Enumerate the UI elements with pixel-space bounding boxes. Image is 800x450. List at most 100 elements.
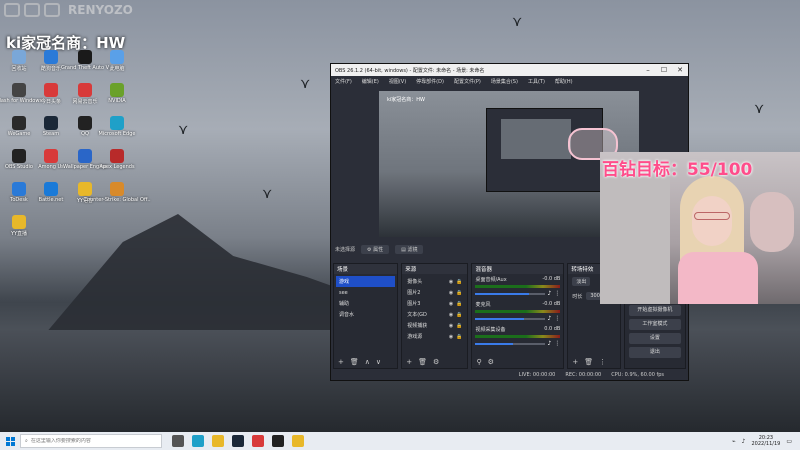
scene-item[interactable]: 调音水 — [336, 309, 395, 320]
eye-icon[interactable]: ◉ — [449, 279, 453, 285]
lock-icon[interactable]: 🔒 — [456, 279, 462, 285]
volume-icon[interactable]: ♪ — [742, 438, 746, 445]
channel-menu-icon[interactable]: ⋮ — [554, 290, 560, 297]
desktop-icon[interactable]: Battle.net — [36, 182, 66, 203]
desktop-icon[interactable]: OBS Studio — [4, 149, 34, 170]
desktop-icon[interactable]: Apex Legends — [99, 149, 135, 170]
minimize-icon[interactable]: – — [640, 66, 656, 74]
desktop-icon[interactable]: WeGame — [4, 116, 34, 137]
menu-view[interactable]: 视图(V) — [389, 78, 406, 85]
menu-tools[interactable]: 工具(T) — [528, 78, 545, 85]
desktop-icon[interactable]: 今日头条 — [36, 83, 66, 105]
desktop-icon[interactable]: 此电脑 — [102, 50, 132, 72]
desktop-icon[interactable]: Microsoft Edge — [99, 116, 135, 137]
lock-icon[interactable]: 🔒 — [456, 334, 462, 340]
menu-docks[interactable]: 停靠部件(D) — [416, 78, 444, 85]
source-settings-icon[interactable]: ⚙ — [433, 358, 439, 366]
eye-icon[interactable]: ◉ — [449, 290, 453, 296]
mixer-settings-icon[interactable]: ⚙ — [488, 358, 494, 366]
obs-window-title: OBS 26.1.2 (64-bit, windows) - 配置文件: 未命名… — [335, 67, 485, 74]
move-up-icon[interactable]: ∧ — [365, 358, 370, 366]
lock-icon[interactable]: 🔒 — [456, 301, 462, 307]
rec-status: REC: 00:00:00 — [565, 371, 602, 378]
channel-menu-icon[interactable]: ⋮ — [554, 315, 560, 322]
source-item[interactable]: 视频捕获 ◉ 🔒 — [404, 320, 465, 331]
settings-button[interactable]: 设置 — [628, 333, 681, 344]
source-item[interactable]: 摄像头 ◉ 🔒 — [404, 276, 465, 287]
edge-icon[interactable] — [192, 435, 204, 447]
studio-mode-button[interactable]: 工作室模式 — [628, 319, 681, 330]
speaker-icon[interactable]: ♪ — [548, 290, 552, 297]
network-icon[interactable]: ⌁ — [732, 438, 736, 445]
desktop-icon[interactable]: Grand Theft Auto V — [61, 50, 109, 71]
eye-icon[interactable]: ◉ — [449, 323, 453, 329]
scene-item[interactable]: 辅助 — [336, 298, 395, 309]
desktop-icon[interactable]: QQ — [70, 116, 100, 137]
steam-icon[interactable] — [232, 435, 244, 447]
eye-icon[interactable]: ◉ — [449, 312, 453, 318]
desktop-icon[interactable]: NVIDIA — [102, 83, 132, 104]
taskbar-search[interactable]: ⌕ — [20, 434, 162, 448]
desktop-app-icon — [110, 182, 124, 196]
channel-menu-icon[interactable]: ⋮ — [554, 340, 560, 347]
obs-titlebar[interactable]: OBS 26.1.2 (64-bit, windows) - 配置文件: 未命名… — [331, 64, 688, 76]
source-item[interactable]: 图片2 ◉ 🔒 — [404, 287, 465, 298]
speaker-icon[interactable]: ♪ — [548, 315, 552, 322]
desktop-icon[interactable]: Wallpaper Engine — [63, 149, 107, 170]
exit-button[interactable]: 退出 — [628, 347, 681, 358]
volume-slider-fill — [475, 317, 524, 320]
add-scene-icon[interactable]: + — [338, 358, 344, 366]
add-transition-icon[interactable]: + — [572, 358, 578, 366]
source-item[interactable]: 文本(GD ◉ 🔒 — [404, 309, 465, 320]
transition-more-icon[interactable]: ⋮ — [599, 358, 606, 366]
add-source-icon[interactable]: + — [406, 358, 412, 366]
eye-icon[interactable]: ◉ — [449, 334, 453, 340]
desktop-icon[interactable]: Counter-Strike: Global Off.. — [83, 182, 151, 203]
mixer-link-icon[interactable]: ⚲ — [476, 358, 481, 366]
netease-music-icon[interactable] — [252, 435, 264, 447]
start-virtual-camera-button[interactable]: 开始虚拟摄像机 — [628, 305, 681, 316]
source-item[interactable]: 图片3 ◉ 🔒 — [404, 298, 465, 309]
desktop-icon[interactable]: Among Us — [36, 149, 66, 170]
remove-transition-icon[interactable]: 🗑 — [584, 358, 593, 366]
speaker-icon[interactable]: ♪ — [548, 340, 552, 347]
desktop-icon[interactable]: Steam — [36, 116, 66, 137]
desktop-icon[interactable]: Clash for Windows — [0, 83, 42, 104]
desktop-app-icon — [78, 83, 92, 97]
desktop-icon[interactable]: 回收站 — [4, 50, 34, 72]
desktop-icon[interactable]: ToDesk — [4, 182, 34, 203]
desktop-icon[interactable]: 网易云音乐 — [70, 83, 100, 105]
lock-icon[interactable]: 🔒 — [456, 312, 462, 318]
volume-slider[interactable] — [475, 342, 545, 345]
filters-button[interactable]: ▤ 滤镜 — [395, 245, 424, 254]
move-down-icon[interactable]: ∨ — [376, 358, 381, 366]
remove-source-icon[interactable]: 🗑 — [418, 358, 427, 366]
obs-taskbar-icon[interactable] — [272, 435, 284, 447]
scene-item[interactable]: 游戏 — [336, 276, 396, 287]
task-view-icon[interactable] — [172, 435, 184, 447]
desktop-icon[interactable]: YY直播 — [4, 215, 34, 237]
lock-icon[interactable]: 🔒 — [456, 290, 462, 296]
transition-type-select[interactable]: 淡出 — [572, 277, 591, 286]
menu-help[interactable]: 帮助(H) — [555, 78, 573, 85]
volume-slider[interactable] — [475, 317, 545, 320]
source-item[interactable]: 游戏源 ◉ 🔒 — [404, 331, 465, 342]
yy-icon[interactable] — [292, 435, 304, 447]
close-icon[interactable]: ✕ — [672, 66, 688, 74]
volume-slider[interactable] — [475, 292, 545, 295]
scene-item[interactable]: see — [336, 287, 395, 298]
eye-icon[interactable]: ◉ — [449, 301, 453, 307]
menu-edit[interactable]: 编辑(E) — [362, 78, 379, 85]
menu-file[interactable]: 文件(F) — [335, 78, 352, 85]
notification-icon[interactable]: ▭ — [786, 438, 792, 445]
menu-profile[interactable]: 配置文件(P) — [454, 78, 481, 85]
file-explorer-icon[interactable] — [212, 435, 224, 447]
search-input[interactable] — [30, 438, 161, 444]
maximize-icon[interactable]: ☐ — [656, 66, 672, 74]
start-button[interactable] — [0, 432, 20, 450]
clock[interactable]: 20:23 2022/11/19 — [752, 435, 781, 447]
lock-icon[interactable]: 🔒 — [456, 323, 462, 329]
menu-scene-collection[interactable]: 场景集合(S) — [491, 78, 518, 85]
properties-button[interactable]: ⚙ 属性 — [361, 245, 390, 254]
remove-scene-icon[interactable]: 🗑 — [350, 358, 359, 366]
